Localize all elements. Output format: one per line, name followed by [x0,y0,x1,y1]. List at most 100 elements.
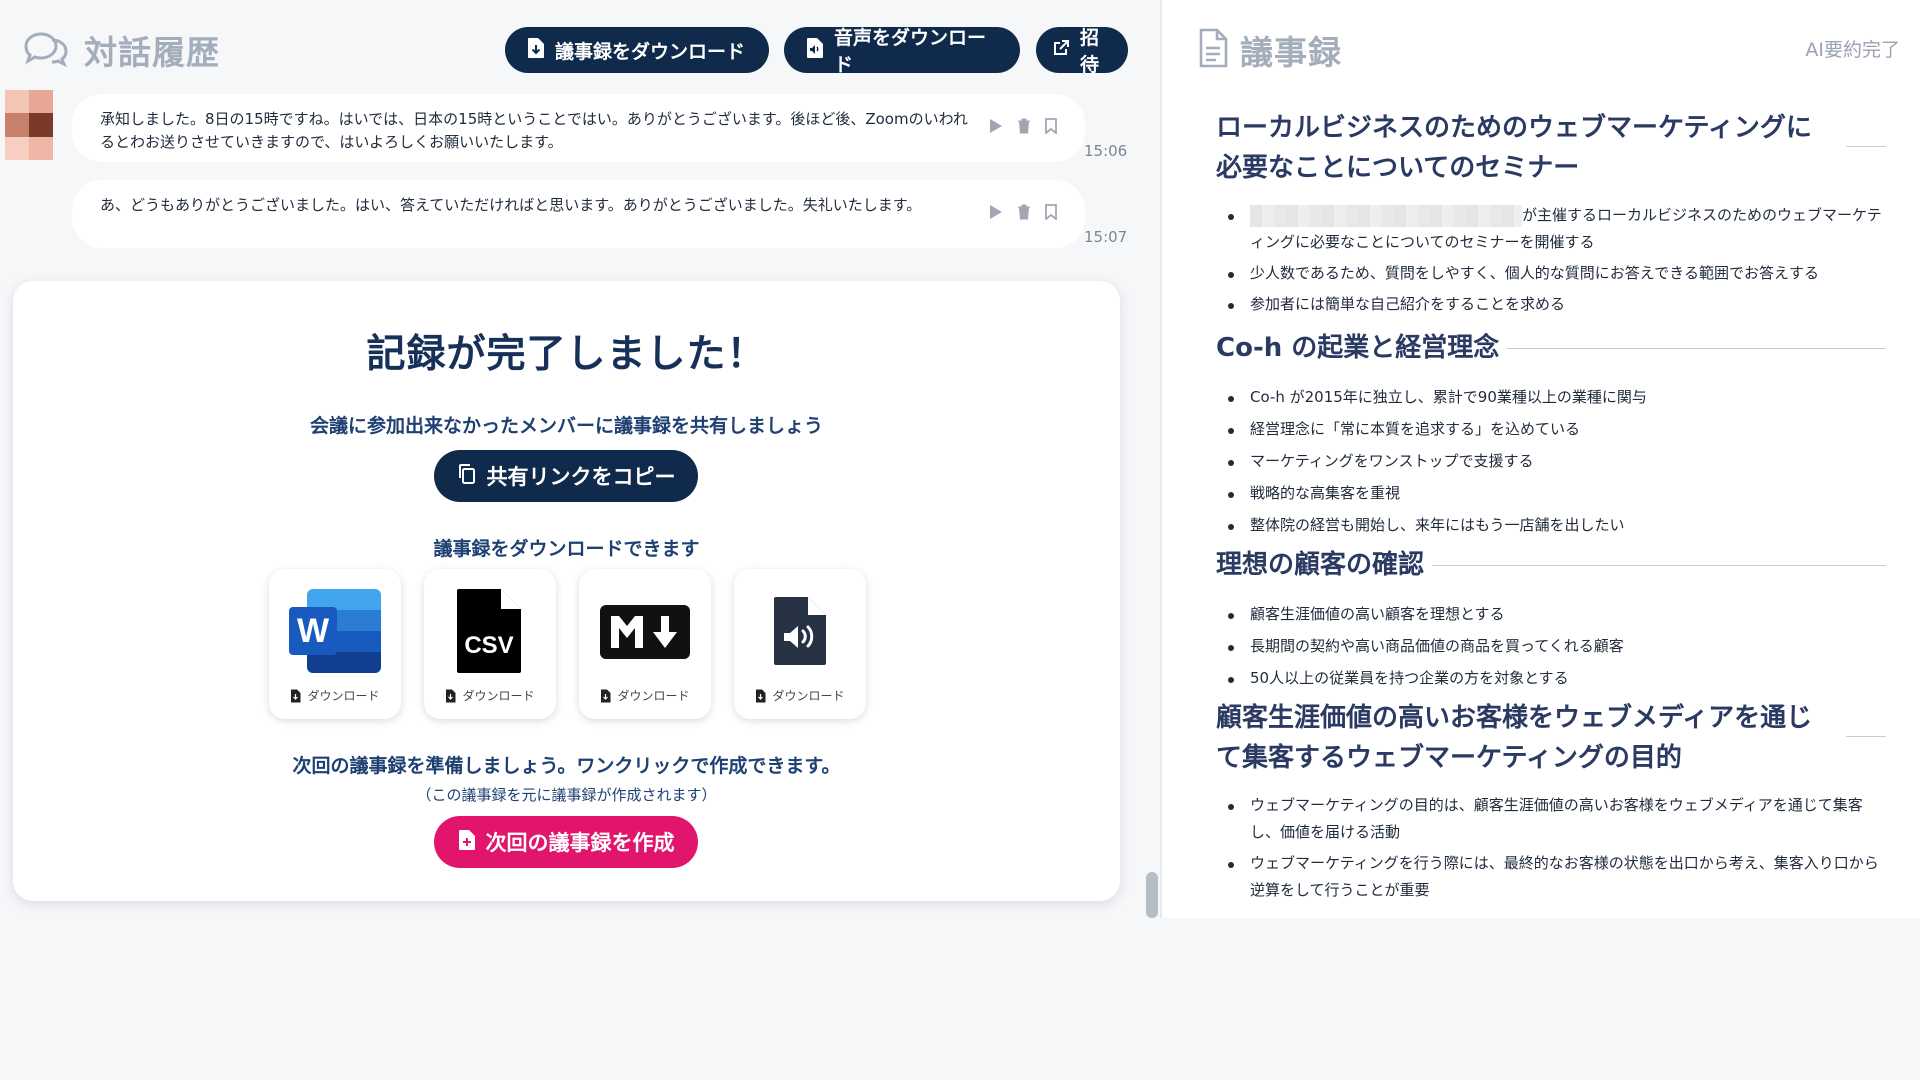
section-heading-line: ローカルビジネスのためのウェブマーケティングに [1216,113,1812,143]
complete-title: 記録が完了しました！ [366,332,767,377]
bullet-item: Co-h が2015年に独立し、累計で90業種以上の業種に関与 [1216,384,1886,411]
download-csv-card[interactable]: CSV ダウンロード [424,569,556,719]
chat-title-text: 対話履歴 [84,33,220,72]
chat-message: 承知しました。8日の15時ですね。はいでは、日本の15時ということではい。ありが… [0,90,1160,170]
message-actions [989,118,1057,138]
minutes-panel: 議事録 AI要約完了 ローカルビジネスのためのウェブマーケティングに 必要なこと… [1162,0,1920,918]
bullet-list: ウェブマーケティングの目的は、顧客生涯価値の高いお客様をウェブメディアを通じて集… [1216,792,1886,904]
avatar [5,90,53,160]
invite-button[interactable]: 招待 [1036,27,1128,76]
audio-file-icon [734,587,866,677]
bullet-item: ウェブマーケティングの目的は、顧客生涯価値の高いお客様をウェブメディアを通じて集… [1216,792,1886,846]
bullet-item: 50人以上の従業員を持つ企業の方を対象とする [1216,665,1886,692]
file-download-icon [527,37,545,64]
message-bubble: あ、どうもありがとうございました。はい、答えていただければと思います。ありがとう… [72,180,1085,248]
message-timestamp: 15:06 [1084,142,1128,160]
bullet-item: 少人数であるため、質問をしやすく、個人的な質問にお答えできる範囲でお答えする [1216,260,1886,287]
play-icon[interactable] [989,204,1003,224]
heading-rule [1432,564,1886,566]
bullet-item: 顧客生涯価値の高い顧客を理想とする [1216,601,1886,628]
section-heading: Co-h の起業と経営理念 [1216,328,1886,368]
download-audio-label: 音声をダウンロード [834,27,987,76]
download-minutes-button[interactable]: 議事録をダウンロード [505,27,769,73]
minutes-title: 議事録 [1198,26,1342,74]
section-heading: ローカルビジネスのためのウェブマーケティングに 必要なことについてのセミナー [1216,108,1886,188]
download-label: ダウンロード [772,689,845,703]
heading-rule [1507,347,1886,349]
download-label: ダウンロード [617,689,690,703]
invite-label: 招待 [1080,27,1100,76]
svg-text:CSV: CSV [464,632,513,659]
section-heading-line: て集客するウェブマーケティングの目的 [1216,743,1682,773]
chat-bubbles-icon [22,28,70,72]
message-text: あ、どうもありがとうございました。はい、答えていただければと思います。ありがとう… [100,196,922,214]
heading-rule [1846,736,1886,737]
chat-header: 対話履歴 議事録をダウンロード 音声をダウンロード 招待 [0,0,1160,96]
download-link: ダウンロード [579,687,711,704]
bullet-item: が主催するローカルビジネスのためのウェブマーケティングに必要なことについてのセミ… [1216,202,1886,256]
copy-share-link-label: 共有リンクをコピー [486,465,676,489]
empty-bottom-area [0,918,1920,1080]
bookmark-icon[interactable] [1045,204,1057,224]
bullet-list: Co-h が2015年に独立し、累計で90業種以上の業種に関与 経営理念に「常に… [1216,384,1886,539]
play-icon[interactable] [989,118,1003,138]
download-audio-button[interactable]: 音声をダウンロード [784,27,1020,76]
message-actions [989,204,1057,224]
message-timestamp: 15:07 [1084,228,1128,246]
download-audio-card[interactable]: ダウンロード [734,569,866,719]
section-heading-line: 必要なことについてのセミナー [1216,153,1580,183]
create-next-minutes-label: 次回の議事録を作成 [485,831,675,855]
bookmark-icon[interactable] [1045,118,1057,138]
download-prompt: 議事録をダウンロードできます [433,538,700,560]
message-bubble: 承知しました。8日の15時ですね。はいでは、日本の15時ということではい。ありが… [72,94,1085,162]
next-minutes-prompt: 次回の議事録を準備しましょう。ワンクリックで作成できます。 [292,755,841,777]
copy-icon [457,463,477,490]
minutes-section: 理想の顧客の確認 顧客生涯価値の高い顧客を理想とする 長期間の契約や高い商品価値… [1216,545,1886,695]
download-link: ダウンロード [424,687,556,704]
bullet-item: 長期間の契約や高い商品価値の商品を買ってくれる顧客 [1216,633,1886,660]
download-label: ダウンロード [462,689,535,703]
bullet-item: ウェブマーケティングを行う際には、最終的なお客様の状態を出口から考え、集客入り口… [1216,850,1886,904]
word-icon: W [269,587,401,677]
ai-summary-status: AI要約完了 [1805,39,1900,61]
bullet-list: が主催するローカルビジネスのためのウェブマーケティングに必要なことについてのセミ… [1216,202,1886,318]
section-heading-line: 顧客生涯価値の高いお客様をウェブメディアを通じ [1216,703,1813,733]
markdown-icon [579,587,711,677]
csv-icon: CSV [424,587,556,677]
section-heading-line: 理想の顧客の確認 [1216,550,1425,580]
trash-icon[interactable] [1017,204,1031,224]
share-prompt: 会議に参加出来なかったメンバーに議事録を共有しましょう [309,415,823,437]
app-root: 対話履歴 議事録をダウンロード 音声をダウンロード 招待 承知しました。8日の1… [0,0,1920,918]
download-link: ダウンロード [734,687,866,704]
next-minutes-note: （この議事録を元に議事録が作成されます） [416,786,717,804]
scrollbar-thumb[interactable] [1146,872,1158,918]
create-next-minutes-button[interactable]: 次回の議事録を作成 [434,816,698,868]
bullet-item: マーケティングをワンストップで支援する [1216,448,1886,475]
bullet-list: 顧客生涯価値の高い顧客を理想とする 長期間の契約や高い商品価値の商品を買ってくれ… [1216,601,1886,692]
chat-title: 対話履歴 [22,26,220,74]
bullet-item: 経営理念に「常に本質を追求する」を込めている [1216,416,1886,443]
download-word-card[interactable]: W ダウンロード [269,569,401,719]
section-heading: 理想の顧客の確認 [1216,545,1886,585]
message-text: 承知しました。8日の15時ですね。はいでは、日本の15時ということではい。ありが… [100,110,968,151]
minutes-section: Co-h の起業と経営理念 Co-h が2015年に独立し、累計で90業種以上の… [1216,328,1886,548]
section-heading-line: Co-h の起業と経営理念 [1216,333,1500,363]
chat-message: あ、どうもありがとうございました。はい、答えていただければと思います。ありがとう… [0,176,1160,256]
redacted-text [1250,204,1522,227]
download-markdown-card[interactable]: ダウンロード [579,569,711,719]
heading-rule [1846,146,1886,147]
recording-complete-card: 記録が完了しました！ 会議に参加出来なかったメンバーに議事録を共有しましょう 共… [13,281,1120,901]
trash-icon[interactable] [1017,118,1031,138]
file-plus-icon [458,829,476,856]
chat-panel: 対話履歴 議事録をダウンロード 音声をダウンロード 招待 承知しました。8日の1… [0,0,1160,918]
download-link: ダウンロード [269,687,401,704]
download-label: ダウンロード [307,689,380,703]
minutes-title-text: 議事録 [1240,33,1342,72]
bullet-item: 整体院の経営も開始し、来年にはもう一店舗を出したい [1216,512,1886,539]
audio-file-icon [806,37,824,64]
section-heading: 顧客生涯価値の高いお客様をウェブメディアを通じ て集客するウェブマーケティングの… [1216,698,1886,778]
bullet-item: 戦略的な高集客を重視 [1216,480,1886,507]
copy-share-link-button[interactable]: 共有リンクをコピー [434,450,698,502]
minutes-section: 顧客生涯価値の高いお客様をウェブメディアを通じ て集客するウェブマーケティングの… [1216,698,1886,908]
bullet-item: 参加者には簡単な自己紹介をすることを求める [1216,291,1886,318]
